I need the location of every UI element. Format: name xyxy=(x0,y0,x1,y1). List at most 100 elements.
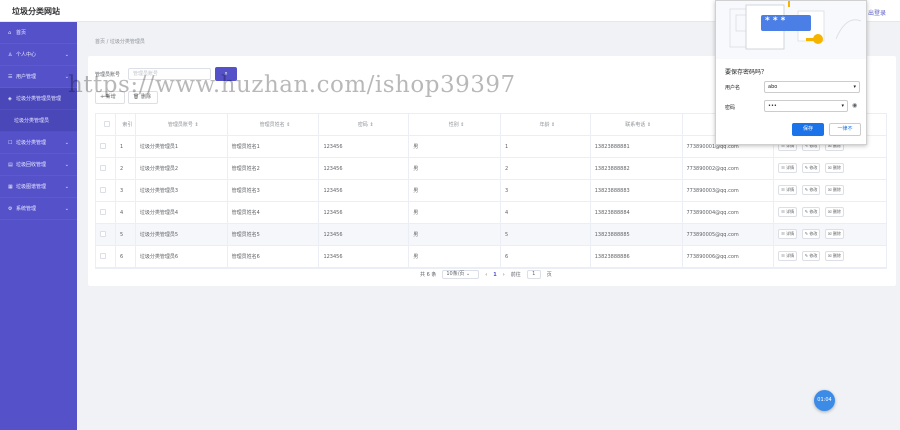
action-cell: ☷ 详情 ✎ 修改 ☒ 删除 xyxy=(774,180,886,202)
column-header-label: 管理员姓名 xyxy=(259,121,285,128)
row-checkbox-cell[interactable] xyxy=(96,245,116,268)
column-header[interactable]: 密码 ⇕ xyxy=(319,113,410,136)
username-field[interactable]: abo ▾ xyxy=(764,81,860,93)
table-cell: 男 xyxy=(409,157,501,180)
table-cell: 男 xyxy=(409,201,501,224)
delete-row-button[interactable]: ☒ 删除 xyxy=(824,163,844,173)
edit-button[interactable]: ✎ 修改 xyxy=(801,163,821,173)
sidebar-item-admin-mgmt[interactable]: ◈ 垃圾分类管理员管理 xyxy=(0,88,77,110)
row-checkbox[interactable] xyxy=(100,209,106,215)
pager-prev-button[interactable]: ‹ xyxy=(485,272,487,278)
trash-icon: ☒ xyxy=(827,231,832,236)
pager-current-page[interactable]: 1 xyxy=(493,272,496,278)
breadcrumb-separator: / xyxy=(106,39,109,45)
edit-label: 修改 xyxy=(809,209,818,214)
app-title: 垃圾分类网站 xyxy=(12,7,60,16)
logout-link[interactable]: 出登录 xyxy=(868,8,886,17)
delete-row-button[interactable]: ☒ 删除 xyxy=(824,207,844,217)
delete-row-button[interactable]: ☒ 删除 xyxy=(824,229,844,239)
trash-icon: ☒ xyxy=(827,165,832,170)
dropdown-arrow-icon: ▾ xyxy=(853,84,856,90)
row-checkbox[interactable] xyxy=(100,143,106,149)
table-cell: 男 xyxy=(409,179,501,202)
pager-goto-input[interactable]: 1 xyxy=(526,270,541,279)
row-checkbox[interactable] xyxy=(100,165,106,171)
sidebar-item-profile[interactable]: ♙ 个人中心 ⌄ xyxy=(0,44,77,66)
table-cell: 垃圾分类管理员4 xyxy=(136,201,228,224)
row-checkbox[interactable] xyxy=(100,231,106,237)
never-save-button[interactable]: 一律不 xyxy=(829,123,861,136)
floating-timer-button[interactable]: 01:04 xyxy=(814,390,835,411)
sidebar-item-category[interactable]: ☐ 垃圾分类管理 ⌄ xyxy=(0,132,77,154)
delete-row-button[interactable]: ☒ 删除 xyxy=(824,185,844,195)
table-cell: 3 xyxy=(116,179,136,202)
password-value: ••• xyxy=(768,103,777,109)
table-row[interactable]: 2 垃圾分类管理员2 管理员姓名2 123456 男 2 13823888882 773890… xyxy=(96,157,886,180)
pager-next-button[interactable]: › xyxy=(503,272,505,278)
table-cell: 773890004@qq.com xyxy=(683,201,775,224)
table-cell: 13823888885 xyxy=(591,223,683,246)
row-checkbox-cell[interactable] xyxy=(96,201,116,224)
edit-button[interactable]: ✎ 修改 xyxy=(801,251,821,261)
column-header[interactable]: 管理员姓名 ⇕ xyxy=(228,113,320,136)
eye-icon[interactable]: ◉ xyxy=(852,102,857,109)
table-row[interactable]: 4 垃圾分类管理员4 管理员姓名4 123456 男 4 13823888884 773890… xyxy=(96,201,886,224)
table-cell: 773890005@qq.com xyxy=(683,223,775,246)
table-cell: 2 xyxy=(116,157,136,180)
edit-button[interactable]: ✎ 修改 xyxy=(801,207,821,217)
pagination: 共 6 条 10条/页 ⌄ ‹ 1 › 前往 1 页 xyxy=(420,270,552,279)
sidebar-item-label: 用户管理 xyxy=(16,74,37,80)
row-checkbox-cell[interactable] xyxy=(96,135,116,158)
sidebar-item-chart[interactable]: ▦ 垃圾图谱管理 ⌄ xyxy=(0,176,77,198)
detail-button[interactable]: ☷ 详情 xyxy=(778,163,798,173)
sidebar-item-home[interactable]: ⌂ 首页 xyxy=(0,22,77,44)
detail-button[interactable]: ☷ 详情 xyxy=(778,251,798,261)
detail-label: 详情 xyxy=(786,231,795,236)
row-checkbox[interactable] xyxy=(100,253,106,259)
chevron-down-icon: ⌄ xyxy=(64,52,69,58)
detail-button[interactable]: ☷ 详情 xyxy=(778,207,798,217)
category-icon: ☐ xyxy=(8,139,13,146)
detail-button[interactable]: ☷ 详情 xyxy=(778,229,798,239)
detail-icon: ☷ xyxy=(781,209,785,214)
password-field[interactable]: ••• ▾ xyxy=(764,100,848,112)
sidebar-item-users[interactable]: ☰ 用户管理 ⌄ xyxy=(0,66,77,88)
users-icon: ☰ xyxy=(8,73,13,80)
column-header[interactable]: 年龄 ⇕ xyxy=(501,113,591,136)
sidebar-subitem-admin[interactable]: 垃圾分类管理员 xyxy=(0,110,77,132)
select-all-checkbox[interactable] xyxy=(104,121,111,127)
column-header[interactable]: 性别 ⇕ xyxy=(409,113,501,136)
sidebar-item-system[interactable]: ⚙ 系统管理 ⌄ xyxy=(0,198,77,220)
table-row[interactable]: 5 垃圾分类管理员5 管理员姓名5 123456 男 5 13823888885 773890… xyxy=(96,223,886,246)
column-header[interactable]: 联系电话 ⇕ xyxy=(591,113,683,136)
edit-label: 修改 xyxy=(809,187,818,192)
table-row[interactable]: 6 垃圾分类管理员6 管理员姓名6 123456 男 6 13823888886 773890… xyxy=(96,245,886,268)
table-cell: 773890003@qq.com xyxy=(683,179,775,202)
edit-label: 修改 xyxy=(809,253,818,258)
column-header[interactable]: 管理员账号 ⇕ xyxy=(136,113,228,136)
row-checkbox-cell[interactable] xyxy=(96,157,116,180)
edit-label: 修改 xyxy=(809,165,818,170)
table-cell: 管理员姓名2 xyxy=(228,157,320,180)
page-size-select[interactable]: 10条/页 ⌄ xyxy=(442,270,480,279)
table-cell: 123456 xyxy=(319,223,410,246)
detail-button[interactable]: ☷ 详情 xyxy=(778,185,798,195)
delete-row-button[interactable]: ☒ 删除 xyxy=(824,251,844,261)
breadcrumb-home[interactable]: 首页 xyxy=(95,39,105,45)
chart-icon: ▦ xyxy=(8,183,13,190)
edit-button[interactable]: ✎ 修改 xyxy=(801,185,821,195)
save-password-button[interactable]: 保存 xyxy=(792,123,824,136)
edit-button[interactable]: ✎ 修改 xyxy=(801,229,821,239)
user-icon: ♙ xyxy=(8,51,13,58)
action-cell: ☷ 详情 ✎ 修改 ☒ 删除 xyxy=(774,224,886,246)
sidebar-item-recycle[interactable]: ▤ 垃圾回收管理 ⌄ xyxy=(0,154,77,176)
table-row[interactable]: 3 垃圾分类管理员3 管理员姓名3 123456 男 3 13823888883 773890… xyxy=(96,179,886,202)
delete-label: 删除 xyxy=(832,253,841,258)
header-checkbox-cell[interactable] xyxy=(96,113,116,136)
sidebar-item-label: 垃圾分类管理员管理 xyxy=(16,96,62,102)
row-checkbox-cell[interactable] xyxy=(96,223,116,246)
table-cell: 1 xyxy=(501,135,591,158)
column-header-label: 管理员账号 xyxy=(167,121,193,128)
row-checkbox[interactable] xyxy=(100,187,106,193)
row-checkbox-cell[interactable] xyxy=(96,179,116,202)
